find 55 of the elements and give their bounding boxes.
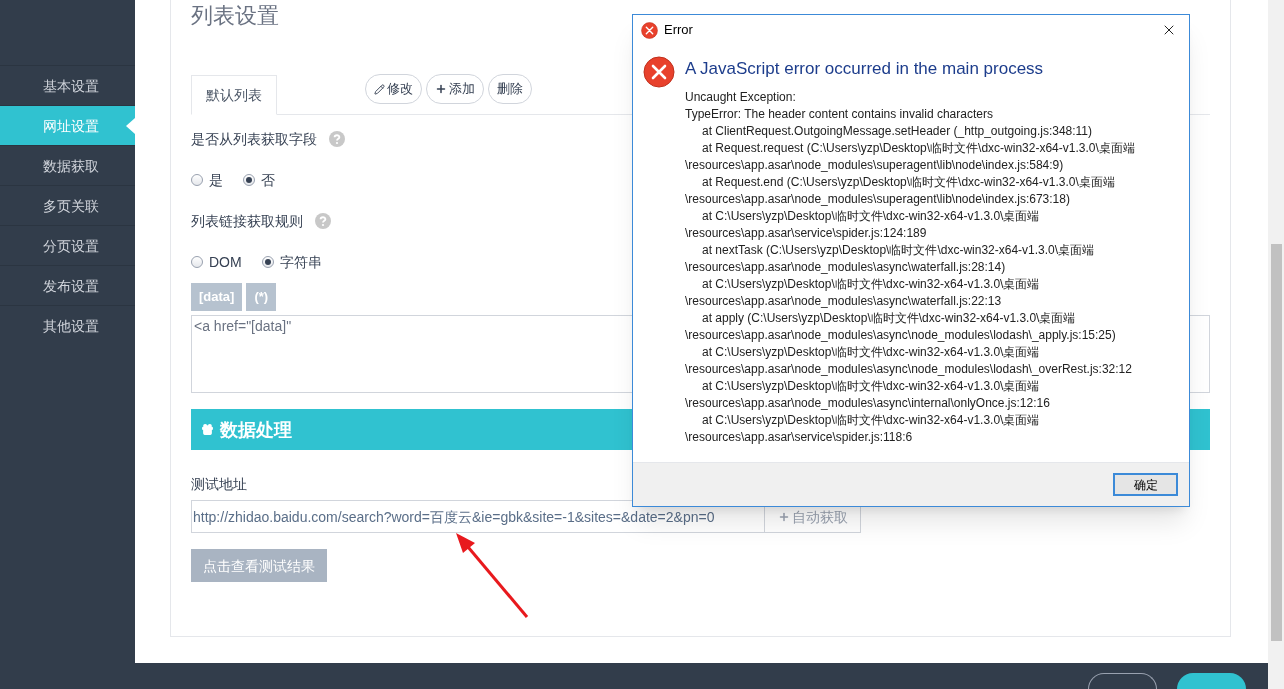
stack-trace-line: at C:\Users\yzp\Desktop\临时文件\dxc-win32-x64-v1.3.0\桌面端 [701, 208, 1041, 225]
radio-option[interactable]: 字符串 [261, 252, 322, 272]
radio-checked-icon [261, 256, 274, 268]
stack-trace-line: \resources\app.asar\node_modules\superagent\lib\node\index.js:673:18) [685, 191, 1071, 208]
sidebar-item[interactable]: 分页设置 [0, 225, 135, 265]
tab[interactable]: 默认列表 [191, 75, 277, 115]
scrollbar[interactable] [1268, 0, 1284, 689]
stack-trace-line: TypeError: The header content contains invalid characters [685, 106, 994, 123]
pointer-icon [126, 118, 135, 134]
radio-checked-icon [243, 174, 255, 186]
dialog-title: Error [664, 21, 694, 40]
stack-trace-line: at apply (C:\Users\yzp\Desktop\临时文件\dxc-win32-x64-v1.3.0\桌面端 [701, 310, 1077, 327]
stack-trace-line: \resources\app.asar\node_modules\async\waterfall.js:28:14) [685, 259, 1007, 276]
error-icon [641, 21, 658, 39]
stack-trace-line: at C:\Users\yzp\Desktop\临时文件\dxc-win32-x64-v1.3.0\桌面端 [701, 378, 1041, 395]
sidebar-item[interactable]: 其他设置 [0, 305, 135, 345]
radio-option[interactable]: 否 [243, 170, 275, 190]
field-label: 是否从列表获取字段 [191, 130, 317, 149]
save-button[interactable] [1177, 673, 1246, 689]
stack-trace-line: at Request.end (C:\Users\yzp\Desktop\临时文件\dxc-win32-x64-v1.3.0\桌面端 [701, 174, 1116, 191]
page-title: 列表设置 [191, 2, 279, 30]
pencil-icon [374, 83, 385, 95]
stack-trace-line: \resources\app.asar\node_modules\async\waterfall.js:22:13 [685, 293, 1003, 310]
stack-trace-line: at nextTask (C:\Users\yzp\Desktop\临时文件\dxc-win32-x64-v1.3.0\桌面端 [701, 242, 1096, 259]
stack-trace-line: at C:\Users\yzp\Desktop\临时文件\dxc-win32-x64-v1.3.0\桌面端 [701, 412, 1041, 429]
sidebar-item[interactable]: 多页关联 [0, 185, 135, 225]
stack-trace-line: \resources\app.asar\node_modules\async\node_modules\lodash\_apply.js:15:25) [685, 327, 1117, 344]
sidebar-item[interactable]: 数据获取 [0, 145, 135, 185]
stack-trace-line: at C:\Users\yzp\Desktop\临时文件\dxc-win32-x64-v1.3.0\桌面端 [701, 344, 1041, 361]
plus-icon [777, 510, 790, 523]
radio-option[interactable]: DOM [191, 252, 242, 272]
action-button[interactable]: 删除 [488, 74, 532, 104]
sidebar-item[interactable]: 发布设置 [0, 265, 135, 305]
radio-icon [191, 174, 203, 186]
action-button[interactable]: 添加 [426, 74, 484, 104]
stack-trace-line: at ClientRequest.OutgoingMessage.setHeader (_http_outgoing.js:348:11) [701, 123, 1094, 140]
radio-option[interactable]: 是 [191, 170, 223, 190]
field-label: 列表链接获取规则 [191, 212, 303, 231]
radio-icon [191, 256, 203, 268]
error-heading: A JavaScript error occurred in the main process [685, 58, 1045, 80]
stack-trace-line: \resources\app.asar\node_modules\superagent\lib\node\index.js:584:9) [685, 157, 1065, 174]
stack-trace-line: Uncaught Exception: [685, 89, 797, 106]
error-icon [643, 56, 675, 88]
stack-trace-line: \resources\app.asar\node_modules\async\internal\onlyOnce.js:12:16 [685, 395, 1051, 412]
field-label: 测试地址 [191, 475, 247, 494]
stack-trace-line: at Request.request (C:\Users\yzp\Desktop\临时文件\dxc-win32-x64-v1.3.0\桌面端 [701, 140, 1135, 157]
stack-trace-line: \resources\app.asar\service\spider.js:124:189 [685, 225, 928, 242]
stack-trace-line: \resources\app.asar\service\spider.js:118:6 [685, 429, 914, 446]
plus-icon [435, 83, 447, 95]
gift-icon [201, 423, 214, 436]
ok-button[interactable]: 确定 [1113, 473, 1178, 496]
stack-trace-line: at C:\Users\yzp\Desktop\临时文件\dxc-win32-x64-v1.3.0\桌面端 [701, 276, 1041, 293]
stack-trace-line: \resources\app.asar\node_modules\async\node_modules\lodash\_overRest.js:32:12 [685, 361, 1133, 378]
section-title: 数据处理 [220, 418, 292, 442]
action-button[interactable]: 修改 [365, 74, 422, 104]
